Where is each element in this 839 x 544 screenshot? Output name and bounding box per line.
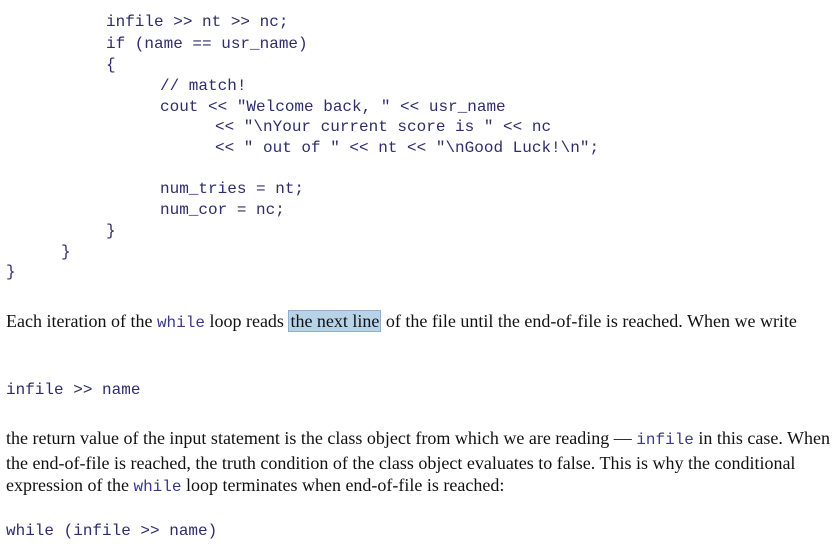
paragraph-text: Each iteration of the xyxy=(6,311,157,331)
paragraph-while-loop: Each iteration of the while loop reads t… xyxy=(6,310,832,335)
document-page: infile >> nt >> nc; if (name == usr_name… xyxy=(0,0,839,544)
code-line: if (name == usr_name) xyxy=(106,35,308,53)
code-line: infile >> nt >> nc; xyxy=(106,13,289,31)
code-line: num_tries = nt; xyxy=(160,180,305,198)
paragraph-return-value: the return value of the input statement … xyxy=(6,427,832,499)
code-line: } xyxy=(106,222,116,240)
inline-code-while: while xyxy=(156,314,205,332)
paragraph-text: of the file until the end-of-file is rea… xyxy=(381,311,797,331)
code-line: } xyxy=(6,263,16,281)
code-comment: // match! xyxy=(160,77,247,95)
paragraph-text: loop terminates when end-of-file is reac… xyxy=(181,475,505,495)
code-snippet-while: while (infile >> name) xyxy=(6,522,218,540)
code-line: { xyxy=(106,56,116,74)
code-line: num_cor = nc; xyxy=(160,201,285,219)
inline-code-while: while xyxy=(133,478,182,496)
paragraph-text: loop reads xyxy=(204,311,289,331)
code-snippet-infile: infile >> name xyxy=(6,381,141,399)
code-line: << "\nYour current score is " << nc xyxy=(215,118,552,136)
code-line: } xyxy=(61,243,71,261)
code-line: << " out of " << nt << "\nGood Luck!\n"; xyxy=(215,139,600,157)
inline-code-infile: infile xyxy=(636,431,694,449)
code-line: cout << "Welcome back, " << usr_name xyxy=(160,98,506,116)
text-selection-highlight[interactable]: the next line xyxy=(288,310,382,332)
paragraph-text: the return value of the input statement … xyxy=(6,428,637,448)
